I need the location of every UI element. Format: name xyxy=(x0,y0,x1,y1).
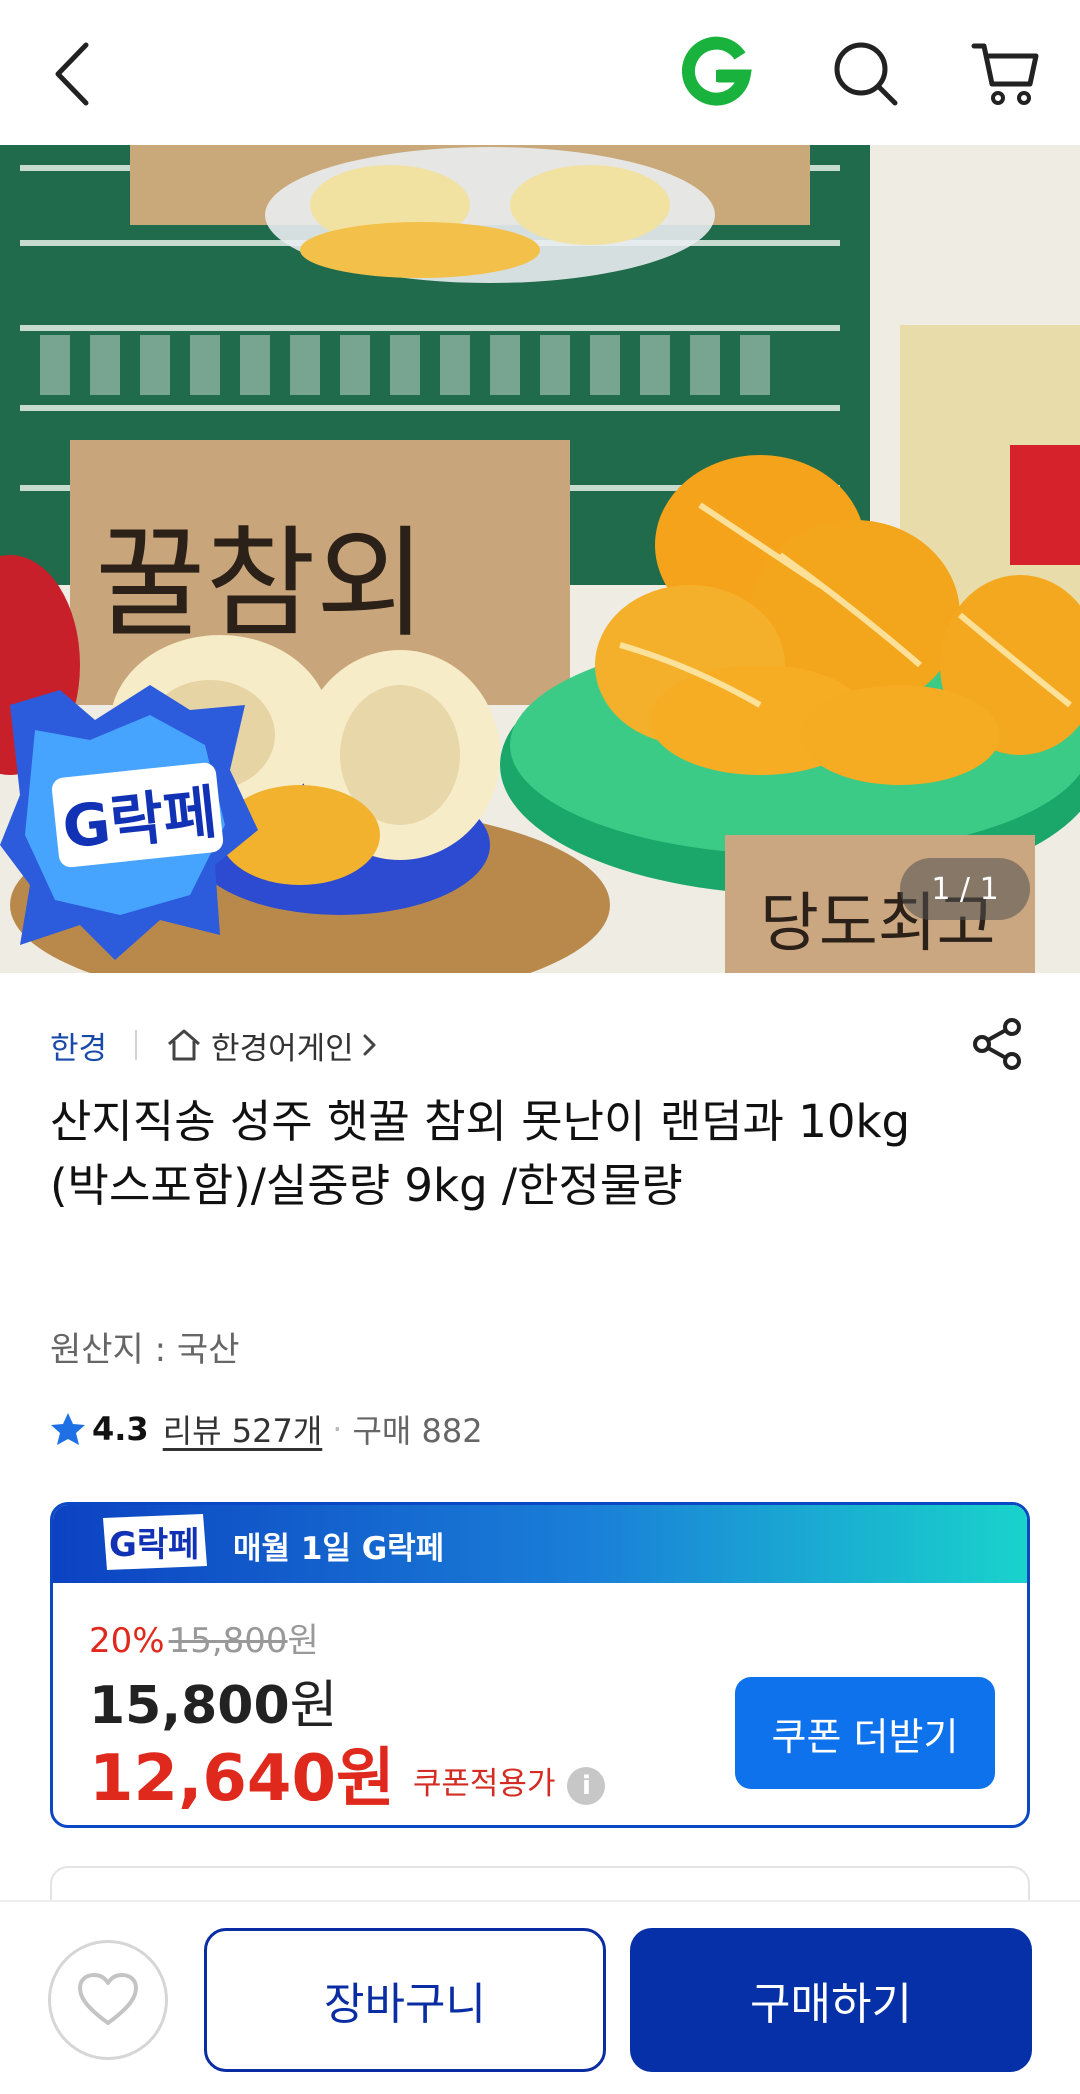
get-coupon-button[interactable]: 쿠폰 더받기 xyxy=(735,1677,995,1789)
rating-score: 4.3 xyxy=(92,1410,149,1448)
g-lakpe-badge-icon: G락페 xyxy=(103,1514,207,1570)
purchase-count: 구매 882 xyxy=(352,1412,483,1450)
coupon-price: 12,640원 xyxy=(89,1742,395,1816)
original-price: 15,800 xyxy=(168,1621,288,1661)
cart-icon xyxy=(971,43,1039,105)
coupon-price-label: 쿠폰적용가 xyxy=(412,1766,556,1802)
g-logo-icon xyxy=(681,36,752,106)
chevron-right-icon xyxy=(363,1034,376,1056)
image-counter: 1 / 1 xyxy=(900,858,1030,920)
top-header xyxy=(0,0,1080,145)
store-name: 한경어게인 xyxy=(211,1030,354,1067)
product-title: 산지직송 성주 햇꿀 참외 못난이 랜덤과 10kg (박스포함)/실중량 9k… xyxy=(50,1095,911,1212)
back-button[interactable] xyxy=(34,36,110,112)
original-price-unit: 원 xyxy=(287,1621,319,1661)
reviews-link[interactable]: 리뷰 527개 xyxy=(163,1406,323,1452)
gmarket-logo-button[interactable] xyxy=(678,36,754,112)
coupon-price-row: 12,640원 쿠폰적용가 i xyxy=(89,1727,606,1819)
star-icon xyxy=(51,1413,85,1445)
rating-row: 4.3 리뷰 527개 · 구매 882 xyxy=(50,1404,483,1454)
info-icon[interactable]: i xyxy=(567,1767,606,1805)
chevron-left-icon xyxy=(55,42,89,106)
bottom-action-bar: 장바구니 구매하기 xyxy=(0,1900,1080,2094)
add-to-cart-button[interactable]: 장바구니 xyxy=(204,1928,606,2072)
cart-button[interactable] xyxy=(968,36,1044,112)
origin-text: 원산지 : 국산 xyxy=(50,1330,240,1370)
separator-dot: · xyxy=(332,1410,343,1448)
sign-text-main: 꿀참외 xyxy=(95,515,426,654)
store-link[interactable]: 한경어게인 xyxy=(165,1023,388,1068)
product-photo: 꿀참외 당도최고 G락페 xyxy=(0,145,1080,973)
promo-banner[interactable]: G락페 매월 1일 G락페 xyxy=(53,1505,1027,1583)
discount-row: 20% 15,800원 xyxy=(89,1613,319,1662)
home-icon xyxy=(168,1029,201,1061)
share-icon xyxy=(973,1018,1021,1070)
divider xyxy=(135,1030,138,1060)
brand-link[interactable]: 한경 xyxy=(50,1023,107,1068)
buy-now-button[interactable]: 구매하기 xyxy=(630,1928,1032,2072)
product-image[interactable]: 꿀참외 당도최고 G락페 xyxy=(0,145,1080,973)
discount-percent: 20% xyxy=(89,1621,165,1661)
search-icon xyxy=(834,42,898,106)
seller-row: 한경 한경어게인 xyxy=(50,1018,1030,1072)
share-button[interactable] xyxy=(966,1012,1030,1076)
banner-badge-text: G락페 xyxy=(109,1525,199,1565)
heart-icon xyxy=(78,1973,138,2025)
wishlist-button[interactable] xyxy=(48,1940,168,2060)
price-box: G락페 매월 1일 G락페 20% 15,800원 15,800원 12,640원… xyxy=(50,1502,1030,1828)
search-button[interactable] xyxy=(828,36,904,112)
promo-banner-text: 매월 1일 G락페 xyxy=(233,1531,445,1567)
